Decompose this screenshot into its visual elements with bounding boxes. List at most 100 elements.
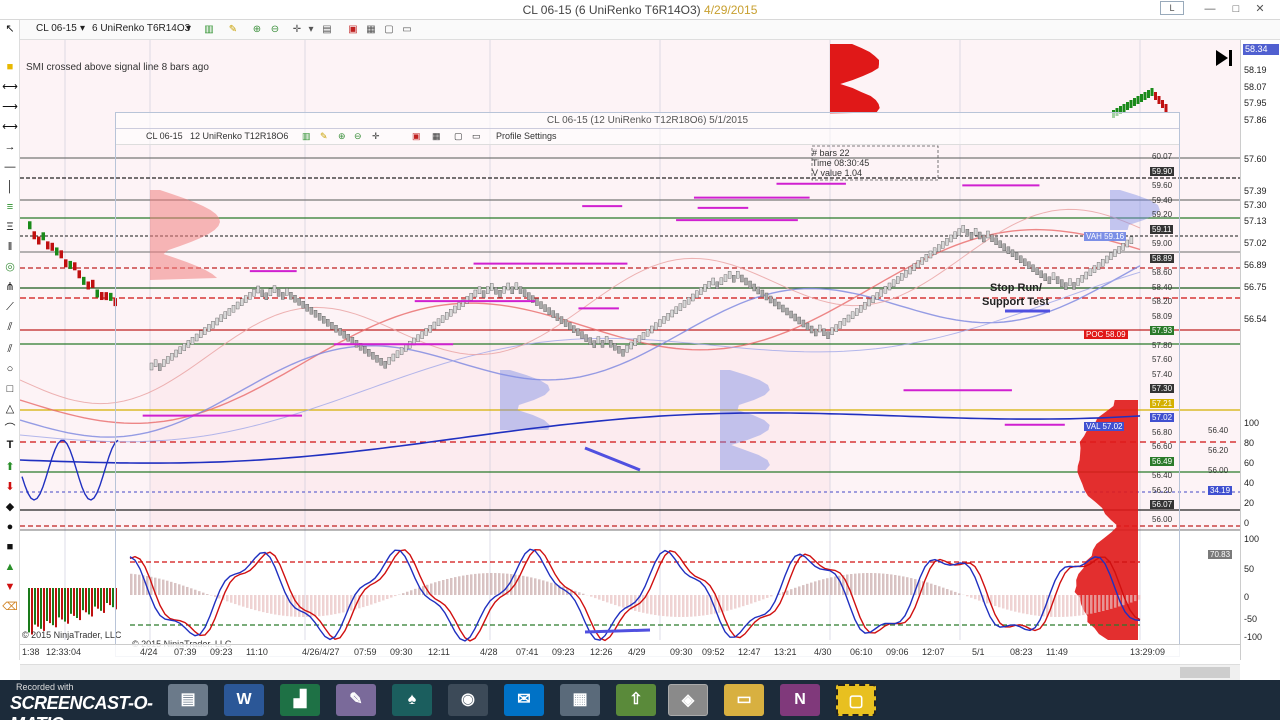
right-extra-label: 56.00	[1208, 466, 1229, 475]
price-label: 57.02	[1244, 238, 1267, 248]
extended-line-icon[interactable]: ⟷	[2, 120, 18, 134]
inner-zoom-out-icon[interactable]: ⊖	[354, 131, 362, 142]
arrow-line-icon[interactable]: →	[2, 140, 18, 154]
layout-button[interactable]: L	[1160, 1, 1184, 15]
zoom-out-icon[interactable]: ⊖	[268, 23, 282, 36]
inner-template-icon[interactable]: ▦	[432, 131, 441, 142]
arrow-icon[interactable]: ↖	[2, 22, 18, 36]
dot-icon[interactable]: ●	[2, 520, 18, 534]
left-histogram-bar	[91, 588, 93, 617]
cci-scale-label: 100	[1244, 534, 1260, 544]
rectangle-icon[interactable]: □	[2, 382, 18, 396]
time-tick-label: 4/28	[480, 647, 498, 657]
template-icon[interactable]: ▦	[364, 23, 378, 36]
time-tick-label: 06:10	[850, 647, 873, 657]
profile-settings-menu[interactable]: Profile Settings	[496, 131, 557, 141]
word-icon[interactable]: W	[224, 684, 264, 716]
outlook-icon[interactable]: ✉	[504, 684, 544, 716]
data-box-icon[interactable]: ▤	[320, 23, 334, 36]
calculator-icon[interactable]: ▦	[560, 684, 600, 716]
play-marker-bar	[1229, 50, 1232, 66]
ruler-icon[interactable]: ⟷	[2, 80, 18, 94]
outer-renko-brick	[32, 231, 36, 240]
price-label: 58.34	[1243, 44, 1279, 55]
alert-icon[interactable]: ■	[2, 60, 18, 74]
triangle-icon[interactable]: △	[2, 402, 18, 416]
price-label: 57.39	[1244, 186, 1267, 196]
inner-crosshair-icon[interactable]: ✛	[372, 131, 380, 142]
outer-renko-brick	[91, 279, 95, 288]
inner-bar-type-selector[interactable]: 12 UniRenko T12R18O6	[190, 131, 288, 141]
price-scale[interactable]: 58.34 58.19 58.07 57.95 57.86 57.60 57.39 57.30…	[1240, 40, 1280, 660]
crosshair-icon[interactable]: ✛	[290, 23, 304, 36]
screenshot-icon[interactable]: ▢	[382, 23, 396, 36]
triangle-down-icon[interactable]: ▼	[2, 580, 18, 594]
dropdown-chevron-icon[interactable]: ▾	[80, 23, 85, 34]
vertical-line-icon[interactable]: │	[2, 180, 18, 194]
time-tick-label: 12:47	[738, 647, 761, 657]
inner-pencil-icon[interactable]: ✎	[320, 131, 328, 142]
inner-zoom-in-icon[interactable]: ⊕	[338, 131, 346, 142]
rally-brick	[1154, 92, 1157, 100]
time-tick-label: 09:23	[552, 647, 575, 657]
horizontal-scrollbar[interactable]	[20, 664, 1240, 680]
left-histogram-bar	[82, 588, 84, 611]
window-icon[interactable]: ▭	[400, 23, 414, 36]
ninjatrader-icon[interactable]: ◈	[668, 684, 708, 716]
arrow-up-icon[interactable]: ⬆	[2, 460, 18, 474]
outer-renko-brick	[104, 292, 108, 301]
properties-icon[interactable]: ▣	[346, 23, 360, 36]
inner-instrument-selector[interactable]: CL 06-15	[146, 131, 183, 141]
inner-properties-icon[interactable]: ▣	[412, 131, 421, 142]
text-icon[interactable]: T	[2, 438, 18, 452]
scrollbar-thumb[interactable]	[1180, 667, 1230, 678]
diamond-icon[interactable]: ◆	[2, 500, 18, 514]
trend-channel-icon[interactable]: ⫽	[2, 342, 18, 356]
file-cabinet-icon[interactable]: ▤	[168, 684, 208, 716]
instrument-selector[interactable]: CL 06-15	[36, 23, 77, 34]
eraser-icon[interactable]: ⌫	[2, 600, 18, 614]
ray-icon[interactable]: ⟶	[2, 100, 18, 114]
horizontal-line-icon[interactable]: —	[2, 160, 18, 174]
fib-extension-icon[interactable]: Ξ	[2, 220, 18, 234]
chrome-icon[interactable]: ◉	[448, 684, 488, 716]
regression-channel-icon[interactable]: ⫽	[2, 320, 18, 334]
bar-type-selector[interactable]: 6 UniRenko T6R14O3	[92, 23, 190, 34]
inner-chart-window[interactable]: CL 06-15 (12 UniRenko T12R18O6) 5/1/2015…	[115, 112, 1180, 657]
left-histogram-bar	[67, 588, 69, 624]
dropdown-chevron-icon[interactable]: ▾	[186, 23, 191, 34]
solitaire-icon[interactable]: ♠	[392, 684, 432, 716]
dropdown-chevron-icon[interactable]: ▾	[304, 23, 318, 36]
paint-icon[interactable]: ✎	[336, 684, 376, 716]
bar-style-icon[interactable]: ▥	[202, 23, 216, 36]
fib-circle-icon[interactable]: ◎	[2, 260, 18, 274]
fib-retracement-icon[interactable]: ≡	[2, 200, 18, 214]
arrow-down-icon[interactable]: ⬇	[2, 480, 18, 494]
minimize-button[interactable]: —	[1196, 0, 1224, 18]
arc-icon[interactable]: ⌒	[2, 422, 18, 436]
square-icon[interactable]: ■	[2, 540, 18, 554]
snipping-icon[interactable]: ▢	[836, 684, 876, 716]
gann-fan-icon[interactable]: ⟋	[2, 300, 18, 314]
price-label: 57.30	[1244, 200, 1267, 210]
close-button[interactable]: ✕	[1246, 0, 1274, 18]
clock-right: 13:29:09	[1130, 647, 1166, 657]
ellipse-icon[interactable]: ○	[2, 362, 18, 376]
window-title-bar: CL 06-15 (6 UniRenko T6R14O3) 4/29/2015 …	[0, 0, 1280, 20]
excel-icon[interactable]: ▟	[280, 684, 320, 716]
cci-scale-label: 0	[1244, 592, 1250, 602]
time-tick-label: 09:52	[702, 647, 725, 657]
onenote-icon[interactable]: N	[780, 684, 820, 716]
fib-timezone-icon[interactable]: ‖	[2, 240, 18, 254]
folder-icon[interactable]: ▭	[724, 684, 764, 716]
time-tick-label: 09:30	[670, 647, 693, 657]
inner-bar-style-icon[interactable]: ▥	[302, 131, 311, 142]
screencast-brand: SCREENCAST-O-MATIC	[10, 693, 153, 720]
zoom-in-icon[interactable]: ⊕	[250, 23, 264, 36]
andrews-pitchfork-icon[interactable]: ⋔	[2, 280, 18, 294]
inner-window-icon[interactable]: ▭	[472, 131, 481, 142]
green-app-icon[interactable]: ⇧	[616, 684, 656, 716]
triangle-up-icon[interactable]: ▲	[2, 560, 18, 574]
pencil-icon[interactable]: ✎	[226, 23, 240, 36]
inner-screenshot-icon[interactable]: ▢	[454, 131, 463, 142]
